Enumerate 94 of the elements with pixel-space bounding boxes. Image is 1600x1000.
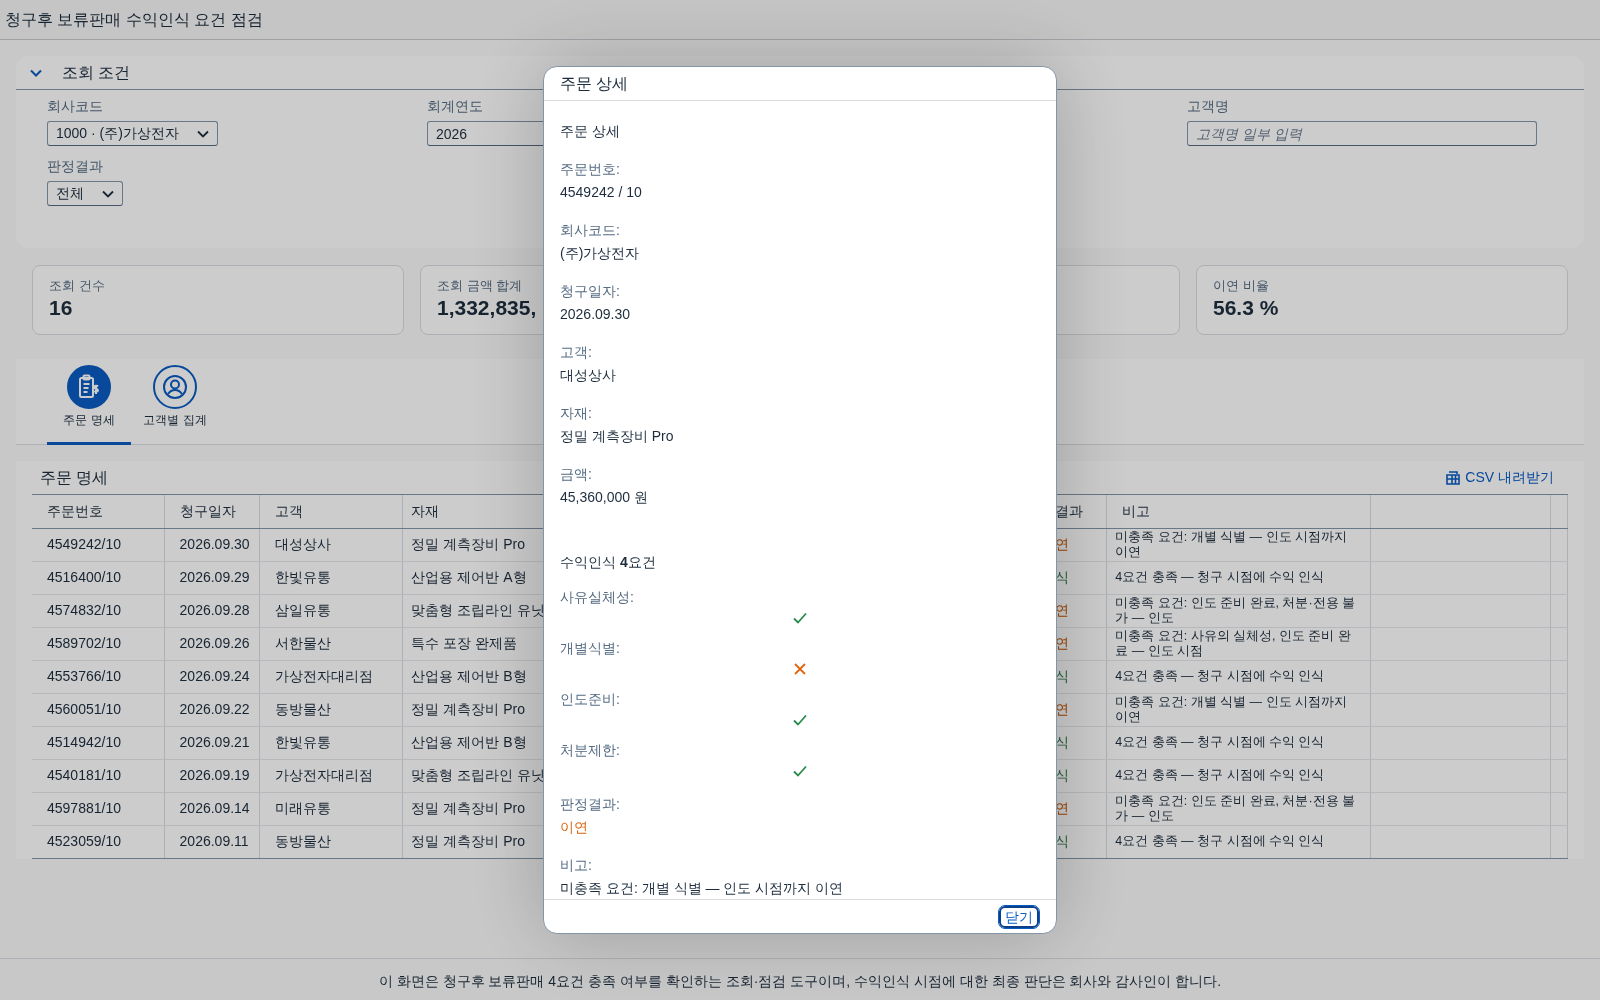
table-cell: 4514942/10 xyxy=(32,726,165,759)
close-button[interactable]: 닫기 xyxy=(999,905,1039,928)
section-heading: 주문 상세 xyxy=(560,122,620,141)
select-field[interactable]: 1000 · (주)가상전자 xyxy=(47,121,218,146)
user-circle-icon xyxy=(162,374,188,400)
table-cell: 2026.09.19 xyxy=(164,759,260,792)
kpi-value: 16 xyxy=(49,295,73,319)
tab[interactable]: 주문 명세 xyxy=(47,359,131,445)
table-cell: 4597881/10 xyxy=(32,792,165,825)
table-cell: 2026.09.28 xyxy=(164,594,260,627)
detail-label: 주문번호: xyxy=(560,160,620,179)
dialog-title: 주문 상세 xyxy=(560,73,629,94)
table-cell: 서한물산 xyxy=(259,627,403,660)
table-cell: 4560051/10 xyxy=(32,693,165,726)
table-cell: 4523059/10 xyxy=(32,825,165,858)
csv-download-button[interactable]: CSV 내려받기 xyxy=(1445,467,1568,488)
table-cell: 4요건 충족 — 청구 시점에 수익 인식 xyxy=(1106,726,1371,759)
detail-label: 비고: xyxy=(560,856,592,875)
detail-value: 대성상사 xyxy=(560,366,616,385)
table-cell: 삼일유통 xyxy=(259,594,403,627)
detail-label: 회사코드: xyxy=(560,221,620,240)
table-cell: 2026.09.29 xyxy=(164,561,260,594)
table-cell: 2026.09.30 xyxy=(164,528,260,561)
detail-value: 정밀 계측장비 Pro xyxy=(560,427,674,446)
caret-icon xyxy=(196,129,209,138)
detail-value: (주)가상전자 xyxy=(560,244,640,263)
detail-value: 4549242 / 10 xyxy=(560,183,642,202)
requirement-label: 인도준비: xyxy=(560,690,620,709)
detail-label: 판정결과: xyxy=(560,795,620,814)
table-cell: 2026.09.14 xyxy=(164,792,260,825)
requirement-label: 처분제한: xyxy=(560,741,620,760)
input-field[interactable]: 고객명 일부 입력 xyxy=(1187,121,1537,146)
table-cell: 가상전자대리점 xyxy=(259,759,403,792)
tab[interactable]: 고객별 집계 xyxy=(133,359,217,445)
kpi-value: 1,332,835, xyxy=(437,295,537,319)
page-title: 청구후 보류판매 수익인식 요건 점검 xyxy=(5,9,263,30)
field-label: 고객명 xyxy=(1187,97,1229,116)
table-cell: 미충족 요건: 개별 식별 — 인도 시점까지 이연 xyxy=(1106,693,1371,726)
table-title: 주문 명세 xyxy=(40,467,109,488)
kpi-label: 조회 건수 xyxy=(49,277,105,295)
table-cell: 미충족 요건: 인도 준비 완료, 처분·전용 불가 — 인도 xyxy=(1106,594,1371,627)
table-cell: 미충족 요건: 사유의 실체성, 인도 준비 완료 — 인도 시점 xyxy=(1106,627,1371,660)
table-cell: 4549242/10 xyxy=(32,528,165,561)
disclaimer-text: 이 화면은 청구후 보류판매 4요건 충족 여부를 확인하는 조회·점검 도구이며, 수익인식 시점에 대한 최종 판단은 회사와 감사인이 합니다. xyxy=(378,972,1222,991)
kpi-value: 56.3 % xyxy=(1213,295,1279,319)
field-label: 판정결과 xyxy=(47,157,103,176)
column-header[interactable]: 비고 xyxy=(1106,495,1371,528)
table-cell: 2026.09.21 xyxy=(164,726,260,759)
table-cell: 4516400/10 xyxy=(32,561,165,594)
chevron-down-icon[interactable] xyxy=(30,69,42,78)
requirement-label: 개별식별: xyxy=(560,639,620,658)
section-heading: 수익인식 4요건 xyxy=(560,553,656,572)
clipboard-dollar-icon xyxy=(78,374,100,400)
table-cell: 2026.09.22 xyxy=(164,693,260,726)
select-field[interactable]: 전체 xyxy=(47,181,123,206)
column-header[interactable]: 고객 xyxy=(259,495,403,528)
table-cell: 4요건 충족 — 청구 시점에 수익 인식 xyxy=(1106,660,1371,693)
spreadsheet-icon xyxy=(1445,469,1462,486)
column-header[interactable]: 주문번호 xyxy=(32,495,165,528)
field-label: 회사코드 xyxy=(47,97,103,116)
detail-value: 2026.09.30 xyxy=(560,305,631,324)
field-label: 회계연도 xyxy=(427,97,483,116)
table-cell: 2026.09.26 xyxy=(164,627,260,660)
table-cell: 4540181/10 xyxy=(32,759,165,792)
kpi-label: 이연 비율 xyxy=(1213,277,1269,295)
detail-value: 미충족 요건: 개별 식별 — 인도 시점까지 이연 xyxy=(560,879,844,898)
table-cell: 한빛유통 xyxy=(259,561,403,594)
table-cell: 대성상사 xyxy=(259,528,403,561)
verdict-value: 이연 xyxy=(560,818,588,837)
detail-label: 자재: xyxy=(560,404,592,423)
panel-title: 조회 조건 xyxy=(62,62,131,83)
table-cell: 4요건 충족 — 청구 시점에 수익 인식 xyxy=(1106,759,1371,792)
column-header[interactable]: 청구일자 xyxy=(164,495,260,528)
table-cell: 2026.09.24 xyxy=(164,660,260,693)
detail-label: 금액: xyxy=(560,465,592,484)
detail-label: 고객: xyxy=(560,343,592,362)
table-cell: 동방물산 xyxy=(259,693,403,726)
kpi-label: 조회 금액 합계 xyxy=(437,277,523,295)
table-cell: 미충족 요건: 인도 준비 완료, 처분·전용 불가 — 인도 xyxy=(1106,792,1371,825)
requirement-label: 사유실체성: xyxy=(560,588,634,607)
table-cell: 미충족 요건: 개별 식별 — 인도 시점까지 이연 xyxy=(1106,528,1371,561)
table-cell: 4요건 충족 — 청구 시점에 수익 인식 xyxy=(1106,561,1371,594)
table-cell: 가상전자대리점 xyxy=(259,660,403,693)
table-cell: 동방물산 xyxy=(259,825,403,858)
table-cell: 한빛유통 xyxy=(259,726,403,759)
detail-label: 청구일자: xyxy=(560,282,620,301)
table-cell: 4574832/10 xyxy=(32,594,165,627)
table-cell: 2026.09.11 xyxy=(164,825,260,858)
table-cell: 4589702/10 xyxy=(32,627,165,660)
table-cell: 4553766/10 xyxy=(32,660,165,693)
table-cell: 미래유통 xyxy=(259,792,403,825)
table-cell: 4요건 충족 — 청구 시점에 수익 인식 xyxy=(1106,825,1371,858)
caret-icon xyxy=(102,189,114,198)
detail-value: 45,360,000 원 xyxy=(560,488,648,507)
